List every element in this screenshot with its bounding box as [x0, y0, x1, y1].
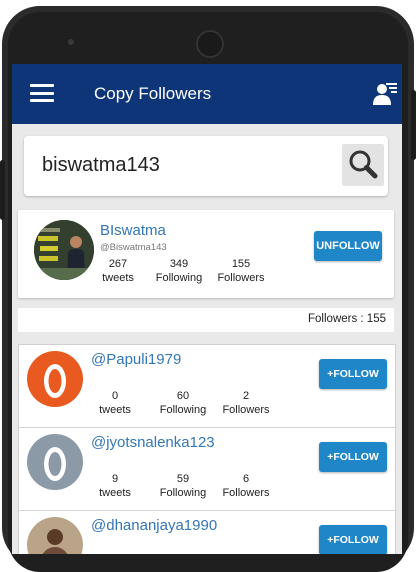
phone-side-button-right [411, 90, 416, 160]
user-followers-count: 2 [242, 390, 250, 402]
user-following-label: Following [159, 404, 207, 416]
app-screen: Copy Followers biswatma143 BIswatma @Bis… [12, 64, 402, 554]
profile-following-stat: 349 Following [154, 257, 204, 285]
phone-camera [196, 30, 224, 58]
user-following-label: Following [159, 487, 207, 499]
phone-side-button-left [0, 160, 5, 220]
user-followers-count: 6 [242, 473, 250, 485]
photo-avatar [27, 517, 83, 554]
user-following-count: 59 [176, 473, 190, 485]
profile-followers-count: 155 [231, 258, 251, 270]
user-followers-label: Followers [222, 487, 270, 499]
hamburger-menu-icon[interactable] [30, 84, 54, 102]
profile-tweets-label: tweets [102, 272, 134, 284]
followers-list-icon[interactable] [372, 80, 398, 106]
profile-tweets-count: 267 [108, 258, 128, 270]
profile-following-count: 349 [169, 258, 189, 270]
user-tweets-count: 0 [111, 390, 119, 402]
user-following-stat: 59 Following [158, 472, 208, 500]
user-tweets-count: 9 [111, 473, 119, 485]
list-item: @jyotsnalenka123 9 tweets 59 Following 6… [19, 428, 395, 511]
unfollow-button[interactable]: UNFOLLOW [314, 231, 382, 261]
search-button[interactable] [342, 144, 384, 186]
user-following-count: 60 [176, 390, 190, 402]
profile-tweets-stat: 267 tweets [100, 257, 136, 285]
app-bar: Copy Followers [12, 64, 402, 124]
followers-list: @Papuli1979 0 tweets 60 Following 2 Foll… [18, 344, 396, 554]
search-icon [349, 150, 378, 179]
user-handle[interactable]: @Papuli1979 [91, 351, 181, 368]
user-handle[interactable]: @dhananjaya1990 [91, 517, 217, 534]
user-followers-stat: 2 Followers [220, 389, 272, 417]
app-title: Copy Followers [94, 84, 212, 103]
user-following-stat: 60 Following [158, 389, 208, 417]
followers-count-bar: Followers : 155 [18, 308, 394, 332]
search-box [24, 136, 388, 196]
orange-egg-avatar [27, 351, 83, 407]
profile-avatar [34, 220, 94, 280]
list-item: @Papuli1979 0 tweets 60 Following 2 Foll… [19, 345, 395, 428]
search-input[interactable] [42, 150, 332, 180]
user-tweets-stat: 9 tweets [97, 472, 133, 500]
user-followers-stat: 6 Followers [220, 472, 272, 500]
follow-button[interactable]: +FOLLOW [319, 525, 387, 554]
user-tweets-label: tweets [99, 487, 131, 499]
phone-sensor [68, 39, 74, 45]
user-followers-label: Followers [222, 404, 270, 416]
list-item: @dhananjaya1990 +FOLLOW [19, 511, 395, 554]
profile-following-label: Following [155, 272, 203, 284]
profile-followers-label: Followers [217, 272, 265, 284]
follow-button[interactable]: +FOLLOW [319, 442, 387, 472]
follow-button[interactable]: +FOLLOW [319, 359, 387, 389]
profile-name[interactable]: BIswatma [100, 222, 166, 239]
followers-count-label: Followers : 155 [308, 313, 386, 325]
profile-followers-stat: 155 Followers [215, 257, 267, 285]
user-tweets-label: tweets [99, 404, 131, 416]
user-handle[interactable]: @jyotsnalenka123 [91, 434, 215, 451]
profile-handle: @Biswatma143 [100, 242, 167, 253]
user-tweets-stat: 0 tweets [97, 389, 133, 417]
profile-card: BIswatma @Biswatma143 267 tweets 349 Fol… [18, 210, 394, 298]
gray-egg-avatar [27, 434, 83, 490]
